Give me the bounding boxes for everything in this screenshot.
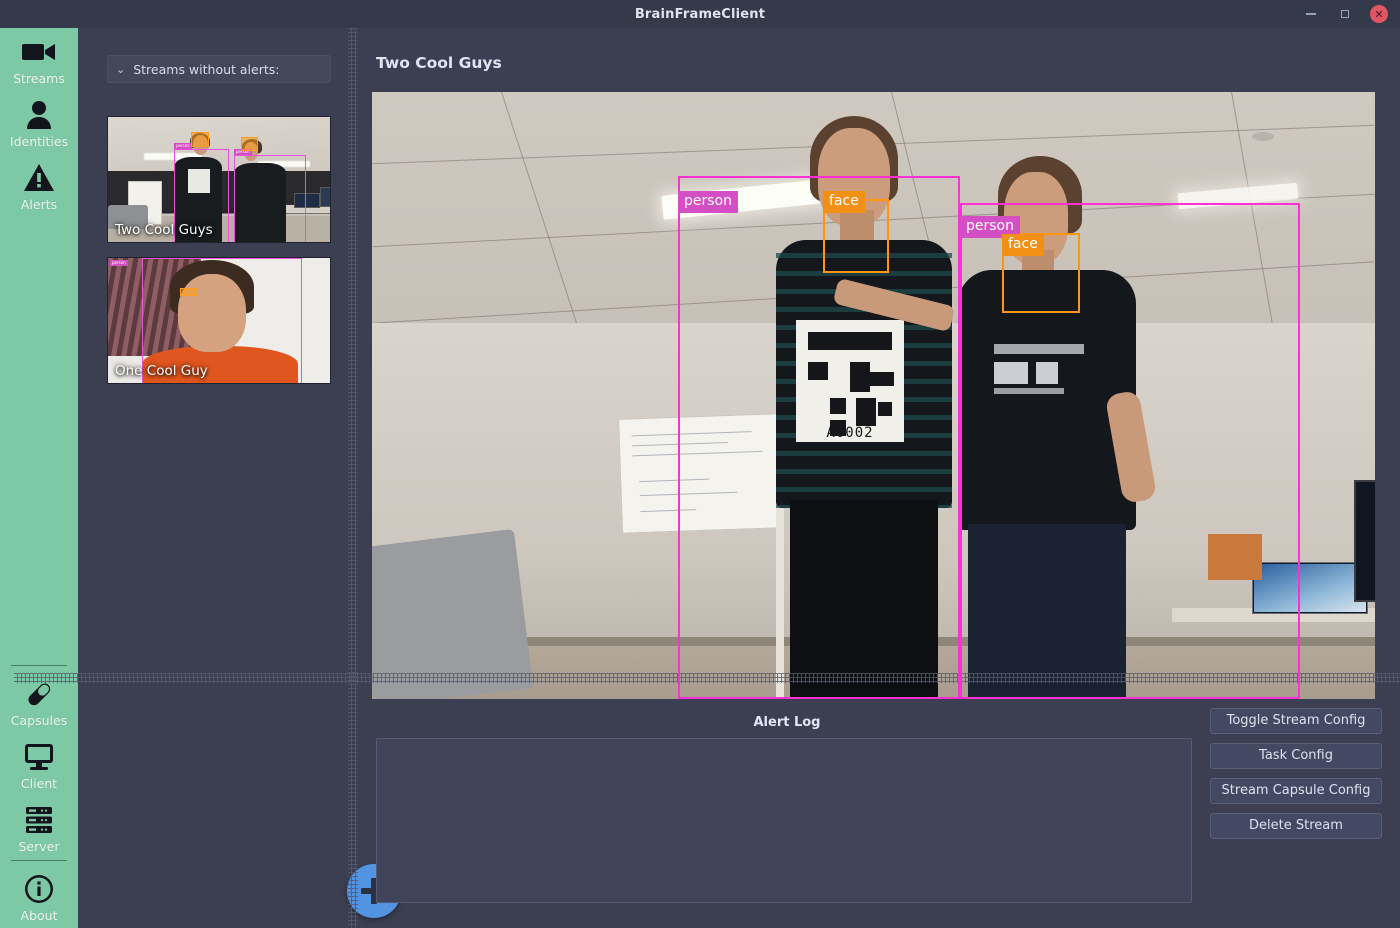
alert-log-title: Alert Log <box>753 715 821 730</box>
person-label: person <box>110 260 128 266</box>
detection-label-face-right: face <box>1002 234 1044 256</box>
sidebar-label-about: About <box>20 908 58 924</box>
task-config-button[interactable]: Task Config <box>1210 743 1382 769</box>
sidebar-label-alerts: Alerts <box>20 196 58 212</box>
face-box <box>241 137 258 151</box>
rail-divider-top <box>11 665 67 666</box>
stream-thumbnail-one-cool-guy[interactable]: person One Cool Guy <box>107 257 331 384</box>
warning-triangle-icon <box>19 161 59 195</box>
streams-without-alerts-header[interactable]: ⌄ Streams without alerts: <box>107 55 331 83</box>
stream-thumbnail-label: Two Cool Guys <box>115 222 213 238</box>
monitor <box>320 187 330 207</box>
detection-label-face-left: face <box>823 191 865 213</box>
smoke-detector <box>1252 132 1274 141</box>
sidebar-item-streams[interactable]: Streams <box>0 28 78 91</box>
server-rack-icon <box>19 803 59 837</box>
toggle-stream-config-button[interactable]: Toggle Stream Config <box>1210 708 1382 734</box>
stream-thumbnail-label: One Cool Guy <box>115 363 208 379</box>
desktop-monitor-icon <box>19 740 59 774</box>
delete-stream-button[interactable]: Delete Stream <box>1210 813 1382 839</box>
vertical-splitter[interactable] <box>348 28 358 928</box>
maximize-button[interactable] <box>1336 5 1354 23</box>
stream-actions-panel: Toggle Stream Config Task Config Stream … <box>1210 708 1386 848</box>
alert-log-list[interactable] <box>376 738 1192 903</box>
window-controls: ✕ <box>1302 0 1400 28</box>
detection-label-person-left: person <box>678 191 738 213</box>
detection-box-person-left <box>678 176 960 699</box>
sidebar-label-client: Client <box>20 775 58 791</box>
sidebar-label-server: Server <box>18 838 60 854</box>
stream-capsule-config-button[interactable]: Stream Capsule Config <box>1210 778 1382 804</box>
sidebar-item-alerts[interactable]: Alerts <box>0 154 78 217</box>
face-box <box>180 288 198 296</box>
page-title: Two Cool Guys <box>376 54 502 72</box>
video-stream-view[interactable]: A0002 person face person face <box>372 92 1375 699</box>
minimize-button[interactable] <box>1302 5 1320 23</box>
streams-panel: ⌄ Streams without alerts: person person … <box>78 28 401 928</box>
sidebar-item-identities[interactable]: Identities <box>0 91 78 154</box>
sidebar-label-identities: Identities <box>9 133 69 149</box>
sidebar-label-capsules: Capsules <box>10 713 68 728</box>
sidebar-label-streams: Streams <box>13 71 65 86</box>
sidebar-item-about[interactable]: About <box>0 865 78 928</box>
streams-header-label: Streams without alerts: <box>133 61 280 77</box>
person-icon <box>19 98 59 132</box>
stream-thumbnail-two-cool-guys[interactable]: person person Two Cool Guys <box>107 116 331 243</box>
sidebar-item-server[interactable]: Server <box>0 796 78 859</box>
sidebar-item-client[interactable]: Client <box>0 733 78 796</box>
window-titlebar: BrainFrameClient ✕ <box>0 0 1400 28</box>
chevron-down-icon: ⌄ <box>116 62 126 76</box>
rail-divider-bottom <box>11 860 67 862</box>
face-box <box>191 132 209 147</box>
window-title: BrainFrameClient <box>634 6 766 22</box>
navigation-rail: Streams Identities Alerts Capsules Clien… <box>0 28 78 928</box>
close-button[interactable]: ✕ <box>1370 5 1388 23</box>
person-box <box>234 155 306 242</box>
person-label: person <box>174 143 192 149</box>
info-circle-icon <box>19 872 59 906</box>
monitor <box>1354 480 1375 602</box>
video-camera-icon <box>19 35 59 69</box>
